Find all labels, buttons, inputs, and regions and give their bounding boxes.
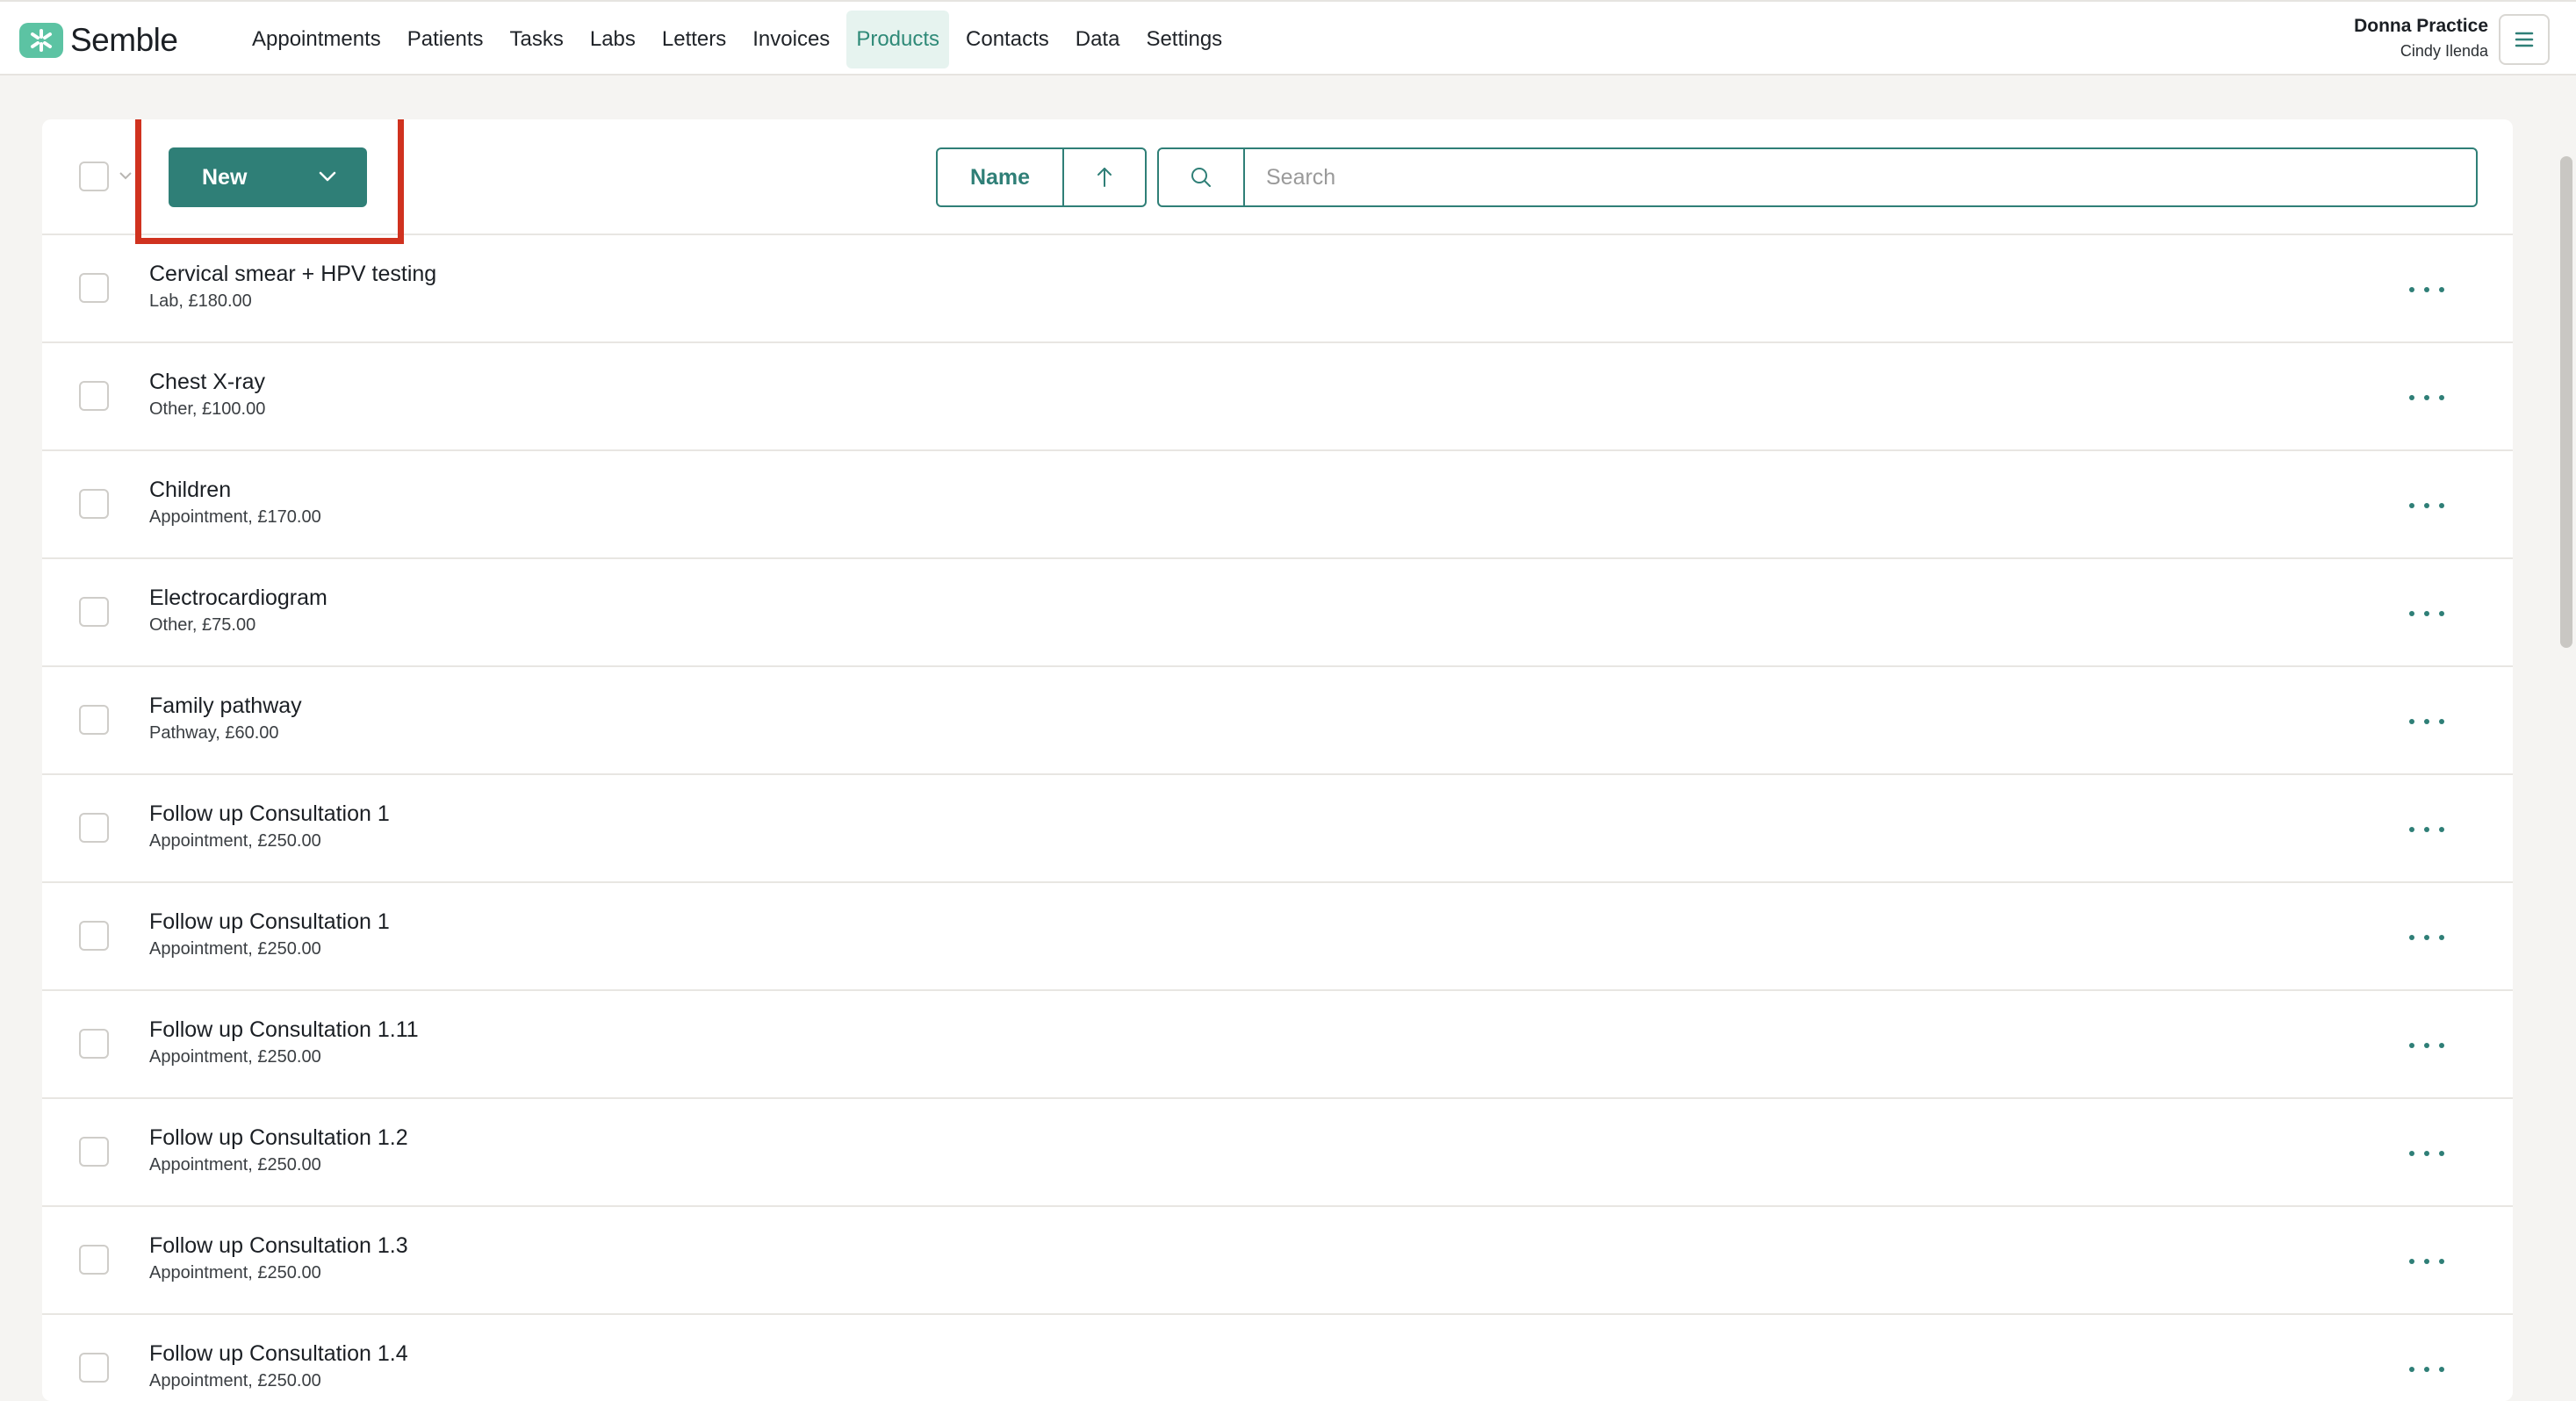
arrow-up-icon [1097,168,1112,187]
list-item[interactable]: Follow up Consultation 1.2 Appointment, … [42,1099,2513,1207]
product-title: Cervical smear + HPV testing [149,262,437,286]
more-options-icon[interactable] [2409,1359,2444,1380]
sort-direction-button[interactable] [1064,149,1145,205]
product-subtitle: Appointment, £250.00 [149,1263,321,1282]
product-subtitle: Appointment, £250.00 [149,1155,321,1175]
list-item[interactable]: Follow up Consultation 1.4 Appointment, … [42,1315,2513,1401]
more-options-icon[interactable] [2409,819,2444,840]
user-name: Cindy Ilenda [2400,42,2488,60]
nav-item-products[interactable]: Products [846,11,950,68]
row-checkbox[interactable] [79,381,109,411]
search-button[interactable] [1159,149,1245,205]
list-item[interactable]: Electrocardiogram Other, £75.00 [42,559,2513,667]
list-toolbar: New Name [42,119,2513,244]
more-options-icon[interactable] [2409,1251,2444,1272]
practice-name: Donna Practice [2354,16,2488,36]
sort-control: Name [936,147,1147,207]
list-item[interactable]: Follow up Consultation 1.3 Appointment, … [42,1207,2513,1315]
top-navigation-bar: Semble Appointments Patients Tasks Labs … [0,0,2576,75]
more-options-icon[interactable] [2409,387,2444,408]
nav-item-labs[interactable]: Labs [580,11,645,68]
row-checkbox[interactable] [79,1137,109,1167]
product-title: Children [149,478,232,502]
product-subtitle: Other, £100.00 [149,399,266,419]
product-subtitle: Appointment, £250.00 [149,939,321,959]
product-title: Chest X-ray [149,370,265,394]
nav-item-settings[interactable]: Settings [1136,11,1232,68]
hamburger-menu-button[interactable] [2499,14,2550,65]
more-options-icon[interactable] [2409,495,2444,516]
row-checkbox[interactable] [79,813,109,843]
search-icon [1191,168,1211,187]
row-checkbox[interactable] [79,921,109,951]
select-all-checkbox[interactable] [79,162,109,191]
new-product-button[interactable]: New [169,147,367,207]
search-input[interactable] [1245,149,2476,205]
nav-item-invoices[interactable]: Invoices [743,11,839,68]
product-subtitle: Pathway, £60.00 [149,723,279,743]
logo-text: Semble [70,22,178,58]
more-options-icon[interactable] [2409,603,2444,624]
product-subtitle: Other, £75.00 [149,615,256,635]
page-scrollbar-thumb[interactable] [2560,156,2572,648]
row-checkbox[interactable] [79,1353,109,1383]
chevron-down-icon [319,171,336,182]
row-checkbox[interactable] [79,1245,109,1275]
row-checkbox[interactable] [79,1029,109,1059]
nav-item-appointments[interactable]: Appointments [242,11,391,68]
semble-logo[interactable]: Semble [19,21,178,60]
list-item[interactable]: Cervical smear + HPV testing Lab, £180.0… [42,235,2513,343]
list-item[interactable]: Chest X-ray Other, £100.00 [42,343,2513,451]
product-subtitle: Appointment, £170.00 [149,507,321,527]
product-subtitle: Lab, £180.00 [149,291,252,311]
more-options-icon[interactable] [2409,711,2444,732]
row-checkbox[interactable] [79,489,109,519]
nav-item-tasks[interactable]: Tasks [500,11,572,68]
row-checkbox[interactable] [79,597,109,627]
sort-field-button[interactable]: Name [938,149,1064,205]
product-title: Follow up Consultation 1 [149,801,390,826]
nav-item-contacts[interactable]: Contacts [956,11,1059,68]
more-options-icon[interactable] [2409,279,2444,300]
logo-icon [19,23,63,58]
page-scrollbar[interactable] [2557,75,2576,1387]
product-title: Follow up Consultation 1.3 [149,1233,408,1258]
nav-item-data[interactable]: Data [1066,11,1130,68]
user-info[interactable]: Donna Practice Cindy Ilenda [2354,16,2488,61]
list-item[interactable]: Follow up Consultation 1 Appointment, £2… [42,775,2513,883]
more-options-icon[interactable] [2409,927,2444,948]
product-subtitle: Appointment, £250.00 [149,1371,321,1390]
product-title: Family pathway [149,693,302,718]
more-options-icon[interactable] [2409,1143,2444,1164]
list-item[interactable]: Family pathway Pathway, £60.00 [42,667,2513,775]
search-box [1157,147,2478,207]
product-title: Follow up Consultation 1 [149,909,390,934]
nav-item-patients[interactable]: Patients [398,11,493,68]
more-options-icon[interactable] [2409,1035,2444,1056]
product-subtitle: Appointment, £250.00 [149,831,321,851]
list-item[interactable]: Children Appointment, £170.00 [42,451,2513,559]
row-checkbox[interactable] [79,705,109,735]
nav-item-letters[interactable]: Letters [652,11,736,68]
row-checkbox[interactable] [79,273,109,303]
products-list: Cervical smear + HPV testing Lab, £180.0… [42,235,2513,1401]
product-subtitle: Appointment, £250.00 [149,1047,321,1067]
list-item[interactable]: Follow up Consultation 1 Appointment, £2… [42,883,2513,991]
product-title: Follow up Consultation 1.11 [149,1017,419,1042]
list-item[interactable]: Follow up Consultation 1.11 Appointment,… [42,991,2513,1099]
products-card: New Name Search Cervical smear + HPV tes… [42,119,2513,1401]
product-title: Follow up Consultation 1.4 [149,1341,408,1366]
product-title: Electrocardiogram [149,586,327,610]
main-nav: Appointments Patients Tasks Labs Letters… [242,11,1239,68]
new-button-label: New [202,164,248,190]
select-options-chevron-icon[interactable] [118,169,133,182]
product-title: Follow up Consultation 1.2 [149,1125,408,1150]
hamburger-icon [2515,32,2534,47]
